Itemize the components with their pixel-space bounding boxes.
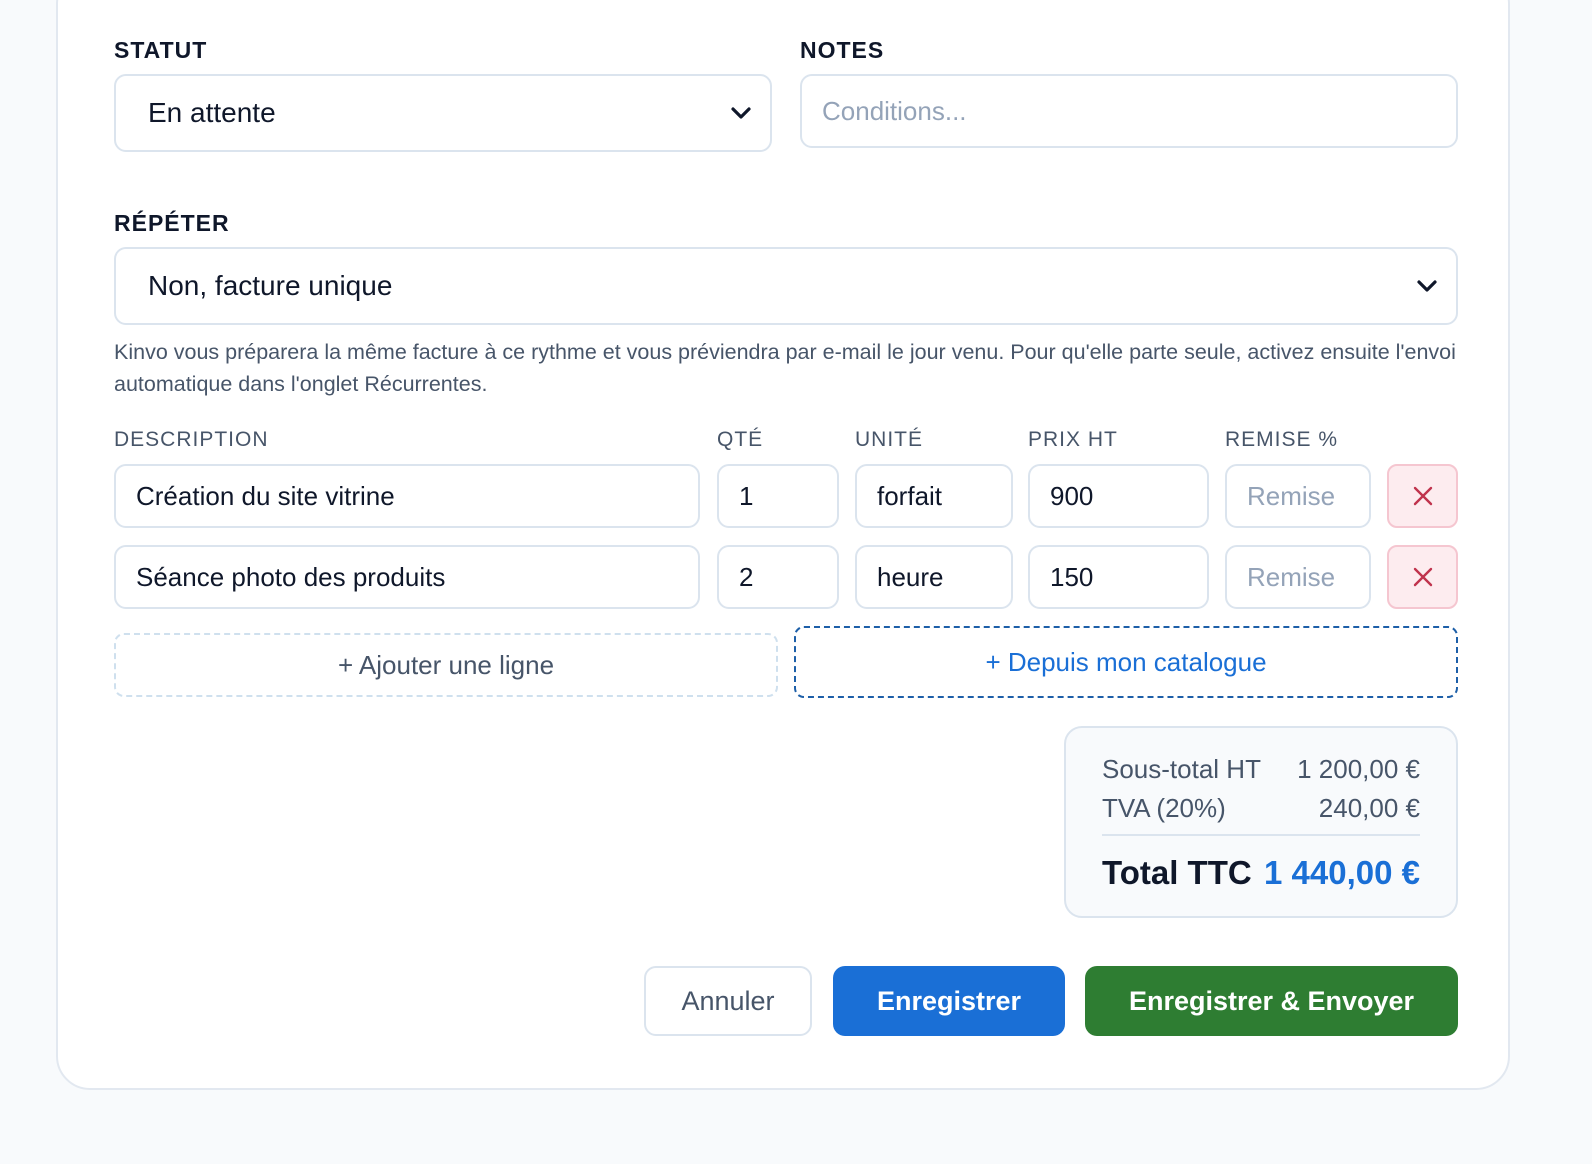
repeat-select-value: Non, facture unique <box>148 270 393 301</box>
line-qty-input[interactable] <box>717 464 839 528</box>
invoice-form-card: STATUT En attente NOTES RÉPÉTER Non, fac… <box>56 0 1510 1090</box>
save-and-send-button[interactable]: Enregistrer & Envoyer <box>1085 966 1458 1036</box>
notes-input[interactable] <box>800 74 1458 148</box>
repeat-select[interactable]: Non, facture unique <box>114 247 1458 325</box>
status-select-value: En attente <box>148 97 276 128</box>
line-discount-input[interactable] <box>1225 545 1371 609</box>
header-unit: UNITÉ <box>855 428 923 451</box>
chevron-down-icon <box>731 107 751 119</box>
line-qty-input[interactable] <box>717 545 839 609</box>
close-icon <box>1413 486 1432 506</box>
add-line-button[interactable]: + Ajouter une ligne <box>114 633 778 697</box>
header-discount: REMISE % <box>1225 428 1339 451</box>
line-unit-input[interactable] <box>855 464 1013 528</box>
status-label: STATUT <box>114 37 208 63</box>
subtotal-row: Sous-total HT 1 200,00 € <box>1102 754 1420 785</box>
total-row: Total TTC 1 440,00 € <box>1102 854 1420 892</box>
notes-label: NOTES <box>800 37 885 63</box>
cancel-button[interactable]: Annuler <box>644 966 812 1036</box>
chevron-down-icon <box>1417 280 1437 292</box>
header-description: DESCRIPTION <box>114 428 269 451</box>
total-value: 1 440,00 € <box>1264 854 1420 891</box>
catalog-button[interactable]: + Depuis mon catalogue <box>794 626 1458 698</box>
totals-divider <box>1102 834 1420 836</box>
totals-panel: Sous-total HT 1 200,00 € TVA (20%) 240,0… <box>1064 726 1458 918</box>
subtotal-label: Sous-total HT <box>1102 754 1261 784</box>
delete-line-button[interactable] <box>1387 545 1458 609</box>
total-label: Total TTC <box>1102 854 1252 891</box>
vat-row: TVA (20%) 240,00 € <box>1102 793 1420 824</box>
close-icon <box>1413 567 1432 587</box>
line-unit-input[interactable] <box>855 545 1013 609</box>
status-select[interactable]: En attente <box>114 74 772 152</box>
line-description-input[interactable] <box>114 464 700 528</box>
delete-line-button[interactable] <box>1387 464 1458 528</box>
header-price: PRIX HT <box>1028 428 1118 451</box>
repeat-label: RÉPÉTER <box>114 210 230 236</box>
line-description-input[interactable] <box>114 545 700 609</box>
line-price-input[interactable] <box>1028 545 1209 609</box>
line-price-input[interactable] <box>1028 464 1209 528</box>
header-qty: QTÉ <box>717 428 764 451</box>
save-button[interactable]: Enregistrer <box>833 966 1065 1036</box>
vat-value: 240,00 € <box>1318 793 1420 823</box>
vat-label: TVA (20%) <box>1102 793 1226 823</box>
repeat-help-text: Kinvo vous préparera la même facture à c… <box>114 340 1456 396</box>
subtotal-value: 1 200,00 € <box>1297 754 1420 784</box>
line-discount-input[interactable] <box>1225 464 1371 528</box>
